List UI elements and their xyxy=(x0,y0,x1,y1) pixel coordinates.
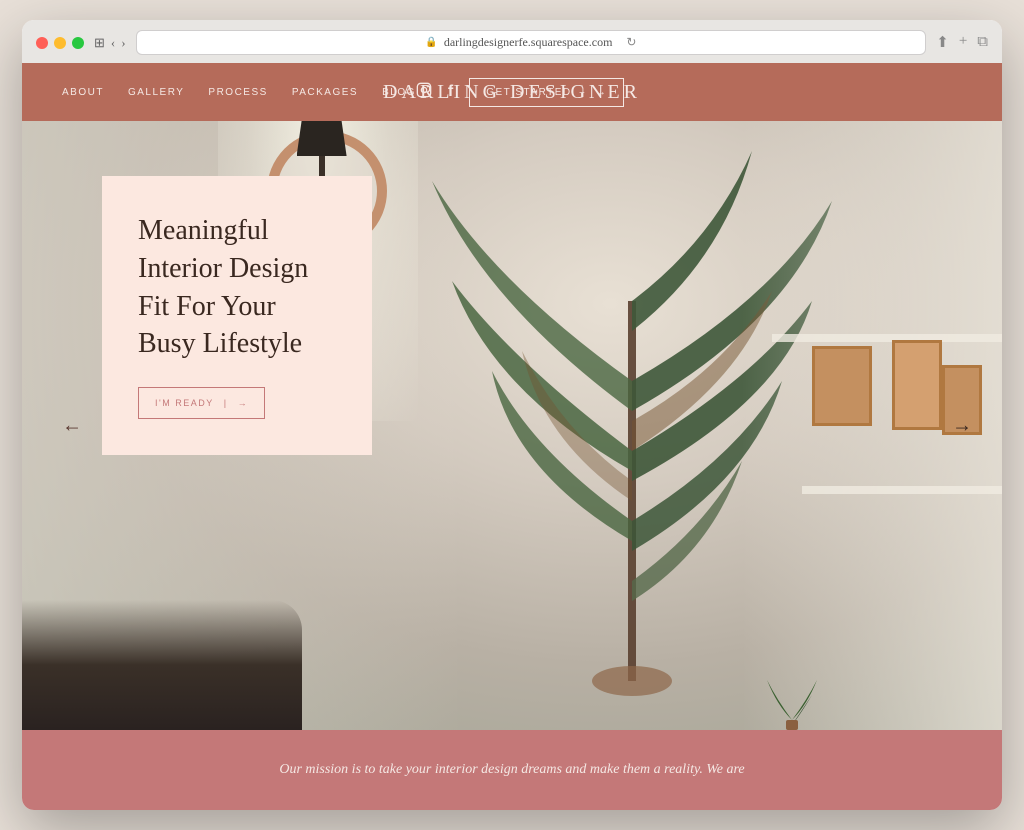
traffic-lights xyxy=(36,37,84,49)
refresh-icon[interactable]: ↻ xyxy=(626,35,636,50)
hero-cta-separator: | xyxy=(224,398,228,408)
nav-wrapper: About Gallery Process Packages Blog Darl… xyxy=(62,78,962,107)
frame-2 xyxy=(892,340,942,430)
nav-link-packages[interactable]: Packages xyxy=(292,87,358,98)
next-arrow[interactable]: → xyxy=(952,414,972,437)
sofa-decoration xyxy=(22,600,302,730)
main-nav: About Gallery Process Packages Blog Darl… xyxy=(22,63,1002,121)
back-button[interactable]: ‹ xyxy=(111,35,115,51)
share-icon[interactable]: ⬆ xyxy=(936,33,949,52)
browser-chrome: ⊞ ‹ › 🔒 darlingdesignerfe.squarespace.co… xyxy=(22,20,1002,63)
new-tab-icon[interactable]: + xyxy=(959,33,967,52)
bottom-section: Our mission is to take your interior des… xyxy=(22,730,1002,810)
nav-link-process[interactable]: Process xyxy=(208,87,267,98)
browser-controls: ⊞ ‹ › xyxy=(94,35,126,51)
prev-arrow[interactable]: ← xyxy=(62,414,82,437)
lock-icon: 🔒 xyxy=(425,37,437,48)
website: About Gallery Process Packages Blog Darl… xyxy=(22,63,1002,810)
small-plant xyxy=(762,650,822,730)
close-button[interactable] xyxy=(36,37,48,49)
im-ready-button[interactable]: I'm Ready | → xyxy=(138,387,265,419)
hero-text-card: Meaningful Interior Design Fit For Your … xyxy=(102,176,372,455)
address-bar[interactable]: 🔒 darlingdesignerfe.squarespace.com ↻ xyxy=(136,30,927,55)
browser-window: ⊞ ‹ › 🔒 darlingdesignerfe.squarespace.co… xyxy=(22,20,1002,810)
tab-icon[interactable]: ⊞ xyxy=(94,35,105,51)
forward-button[interactable]: › xyxy=(121,35,125,51)
shelf-line-1 xyxy=(772,334,1002,342)
minimize-button[interactable] xyxy=(54,37,66,49)
maximize-button[interactable] xyxy=(72,37,84,49)
hero-section: Meaningful Interior Design Fit For Your … xyxy=(22,121,1002,730)
hero-heading: Meaningful Interior Design Fit For Your … xyxy=(138,212,336,363)
browser-actions: ⬆ + ⧉ xyxy=(936,33,988,52)
shelf-line-2 xyxy=(802,486,1002,494)
frame-1 xyxy=(812,346,872,426)
site-logo[interactable]: Darling Designer xyxy=(383,81,641,104)
nav-link-about[interactable]: About xyxy=(62,87,104,98)
mission-text: Our mission is to take your interior des… xyxy=(279,759,744,781)
copy-icon[interactable]: ⧉ xyxy=(977,33,988,52)
url-text: darlingdesignerfe.squarespace.com xyxy=(444,35,613,50)
nav-left: About Gallery Process Packages Blog xyxy=(62,87,416,98)
nav-link-gallery[interactable]: Gallery xyxy=(128,87,184,98)
